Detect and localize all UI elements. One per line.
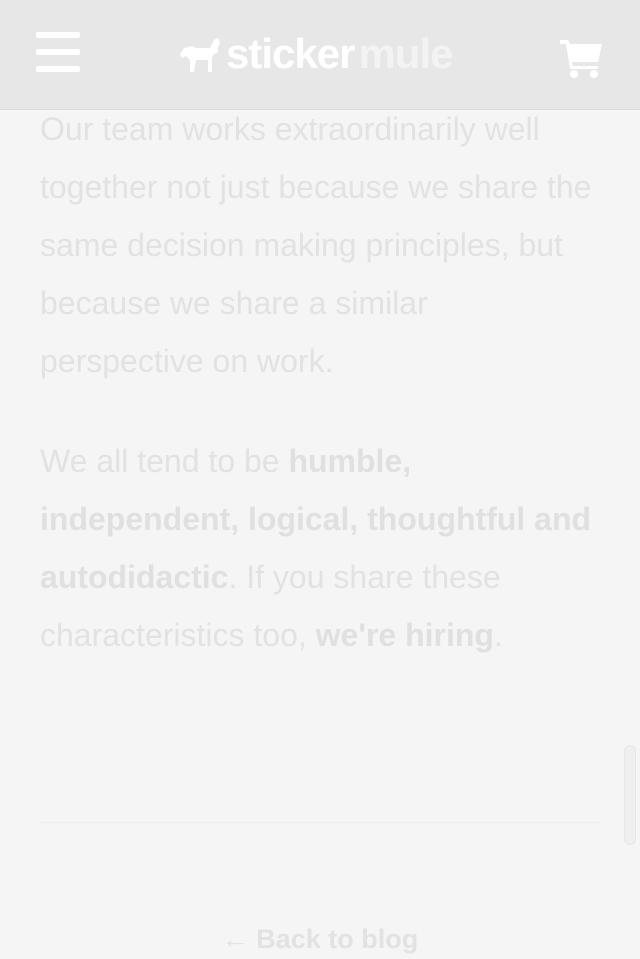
shopping-cart-icon	[560, 40, 602, 78]
text-segment: We all tend to be	[40, 443, 289, 479]
section-divider	[40, 822, 600, 823]
logo-text-mule: mule	[358, 30, 453, 77]
scrollbar-thumb[interactable]	[624, 745, 636, 845]
left-arrow-icon: ←	[221, 924, 249, 954]
article-paragraph-hiring: We all tend to be humble, independent, l…	[40, 432, 600, 664]
blog-article-body: Our team works extraordinarily well toge…	[40, 100, 600, 664]
article-paragraph: Our team works extraordinarily well toge…	[40, 111, 592, 379]
cart-button[interactable]	[558, 36, 604, 78]
hamburger-icon-bar	[36, 49, 80, 55]
mule-icon	[180, 38, 220, 72]
were-hiring-link[interactable]: we're hiring	[316, 617, 494, 653]
text-segment: .	[493, 617, 503, 653]
logo-text-sticker: sticker	[226, 30, 355, 77]
top-navigation-bar: sticker mule	[0, 0, 640, 110]
back-to-blog-label: Back to blog	[256, 924, 419, 954]
page: sticker mule Our team works extraordinari…	[0, 0, 640, 959]
hamburger-icon	[36, 32, 80, 38]
sticker-mule-logo[interactable]: sticker mule	[178, 28, 453, 80]
hamburger-menu-button[interactable]	[36, 32, 82, 76]
hamburger-icon-bar	[36, 66, 80, 72]
back-to-blog-link[interactable]: ← Back to blog	[0, 924, 640, 955]
